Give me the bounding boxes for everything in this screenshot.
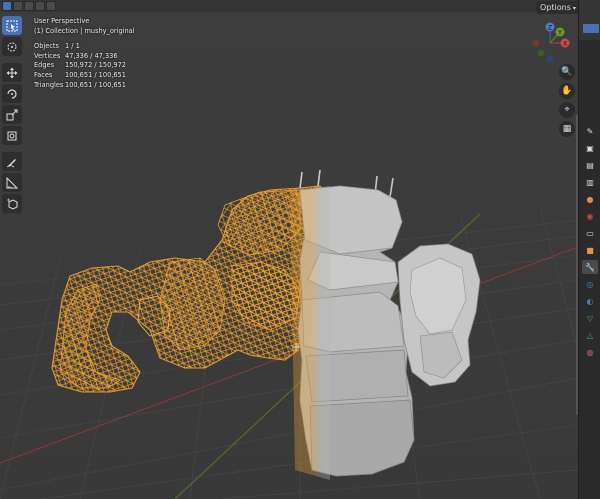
cursor-tool[interactable] xyxy=(2,37,22,56)
options-dropdown[interactable]: Options ▾ xyxy=(536,1,578,14)
measure-tool[interactable] xyxy=(2,173,22,192)
select-box-tool[interactable] xyxy=(2,16,22,35)
stat-row-triangles: Triangles 100,651 / 100,651 xyxy=(34,81,135,91)
ortho-toggle-button[interactable]: ▦ xyxy=(559,121,575,137)
neg-x-axis-gizmo-icon[interactable] xyxy=(532,39,540,47)
tab-collection[interactable]: ▭ xyxy=(582,226,598,240)
viewport-info-overlay: User Perspective (1) Collection | mushy_… xyxy=(34,17,135,90)
neg-y-axis-gizmo-icon[interactable] xyxy=(537,49,545,57)
scale-icon xyxy=(6,109,18,120)
collection-label: (1) Collection | mushy_original xyxy=(34,26,135,35)
tab-particles[interactable]: ◎ xyxy=(582,277,598,291)
world-icon: ◉ xyxy=(586,211,594,221)
scale-tool[interactable] xyxy=(2,105,22,124)
tab-view-layer[interactable]: ▥ xyxy=(582,175,598,189)
add-cube-tool[interactable] xyxy=(2,194,22,213)
tab-physics[interactable]: ◐ xyxy=(582,294,598,308)
select-mode-buttons xyxy=(2,1,56,11)
view-perspective-label: User Perspective xyxy=(34,17,90,25)
stat-label: Edges xyxy=(34,61,55,70)
object-icon: ■ xyxy=(586,245,594,255)
stat-row-edges: Edges 150,972 / 150,972 xyxy=(34,61,135,71)
viewport-header: Options ▾ xyxy=(0,0,578,14)
transform-icon xyxy=(7,131,17,140)
zoom-button[interactable]: 🔍 xyxy=(559,64,575,80)
tab-modifiers[interactable]: 🔧 xyxy=(582,260,598,274)
grid-view-icon: ▦ xyxy=(562,124,572,134)
select-mode-intersect-icon[interactable] xyxy=(46,1,56,11)
tab-scene[interactable]: ● xyxy=(582,192,598,206)
tab-tool[interactable]: ✎ xyxy=(582,124,598,138)
3d-viewport[interactable]: Options ▾ User Perspective (1) Collection… xyxy=(0,0,578,499)
select-mode-subtract-icon[interactable] xyxy=(24,1,34,11)
stat-label: Triangles xyxy=(34,80,64,89)
hand-pan-icon: ✋ xyxy=(561,86,573,96)
stat-value: 1 / 1 xyxy=(65,42,80,51)
move-tool[interactable] xyxy=(2,63,22,82)
y-axis-label: Y xyxy=(557,30,562,37)
tab-object[interactable]: ■ xyxy=(582,243,598,257)
tool-settings-icon: ✎ xyxy=(586,126,594,136)
physics-icon: ◐ xyxy=(586,296,594,306)
properties-tabs: ✎ ▣ ▤ ▥ ● ◉ ▭ ■ 🔧 ◎ ◐ ▽ △ ◍ xyxy=(582,124,598,362)
material-icon: ◍ xyxy=(586,347,594,357)
constraints-icon: ▽ xyxy=(586,313,594,323)
tool-shelf xyxy=(2,16,22,215)
rotate-tool[interactable] xyxy=(2,84,22,103)
stat-row-faces: Faces 100,651 / 100,651 xyxy=(34,71,135,81)
tab-constraints[interactable]: ▽ xyxy=(582,311,598,325)
annotate-tool[interactable] xyxy=(2,152,22,171)
outliner-selected-row[interactable] xyxy=(583,24,599,33)
select-box-icon xyxy=(6,20,18,31)
stat-value: 150,972 / 150,972 xyxy=(65,61,126,70)
zoom-icon: 🔍 xyxy=(561,67,573,77)
stat-label: Objects xyxy=(34,42,59,51)
particles-icon: ◎ xyxy=(586,279,594,289)
move-icon xyxy=(6,67,18,78)
tab-material[interactable]: ◍ xyxy=(582,345,598,359)
scene-icon: ● xyxy=(586,194,594,204)
stat-value: 100,651 / 100,651 xyxy=(65,70,126,79)
camera-view-button[interactable]: ⌖ xyxy=(559,102,575,118)
properties-editor: ✎ ▣ ▤ ▥ ● ◉ ▭ ■ 🔧 ◎ ◐ ▽ △ ◍ xyxy=(578,0,600,499)
tab-output[interactable]: ▤ xyxy=(582,158,598,172)
camera-icon: ⌖ xyxy=(564,105,570,115)
measure-icon xyxy=(6,176,18,188)
render-icon: ▣ xyxy=(586,143,594,153)
stat-value: 100,651 / 100,651 xyxy=(65,80,126,89)
outliner-strip xyxy=(579,0,600,40)
stat-row-vertices: Vertices 47,336 / 47,336 xyxy=(34,52,135,62)
cursor-icon xyxy=(7,42,17,51)
view-layer-icon: ▥ xyxy=(586,177,594,187)
rotate-icon xyxy=(7,88,17,99)
select-mode-extend-icon[interactable] xyxy=(13,1,23,11)
output-icon: ▤ xyxy=(586,160,594,170)
select-mode-invert-icon[interactable] xyxy=(35,1,45,11)
tab-world[interactable]: ◉ xyxy=(582,209,598,223)
x-axis-label: X xyxy=(563,41,567,48)
neg-z-axis-gizmo-icon[interactable] xyxy=(546,55,554,63)
add-cube-icon xyxy=(7,198,18,210)
select-mode-new-icon[interactable] xyxy=(2,1,12,11)
options-label: Options xyxy=(540,3,571,12)
z-axis-label: Z xyxy=(548,25,552,32)
stat-row-objects: Objects 1 / 1 xyxy=(34,42,135,52)
tab-render[interactable]: ▣ xyxy=(582,141,598,155)
scene-statistics: Objects 1 / 1 Vertices 47,336 / 47,336 E… xyxy=(34,42,135,90)
collection-icon: ▭ xyxy=(586,228,594,238)
transform-tool[interactable] xyxy=(2,126,22,145)
navigation-gizmo[interactable]: X Y Z xyxy=(527,20,573,66)
tab-data[interactable]: △ xyxy=(582,328,598,342)
chevron-down-icon: ▾ xyxy=(572,5,576,12)
stat-label: Faces xyxy=(34,70,53,79)
stat-value: 47,336 / 47,336 xyxy=(65,51,118,60)
stat-label: Vertices xyxy=(34,51,61,60)
wrench-icon: 🔧 xyxy=(585,262,595,272)
pan-button[interactable]: ✋ xyxy=(559,83,575,99)
annotate-icon xyxy=(6,158,16,167)
viewport-nav-buttons: 🔍 ✋ ⌖ ▦ xyxy=(559,64,577,140)
mesh-data-icon: △ xyxy=(586,330,594,340)
